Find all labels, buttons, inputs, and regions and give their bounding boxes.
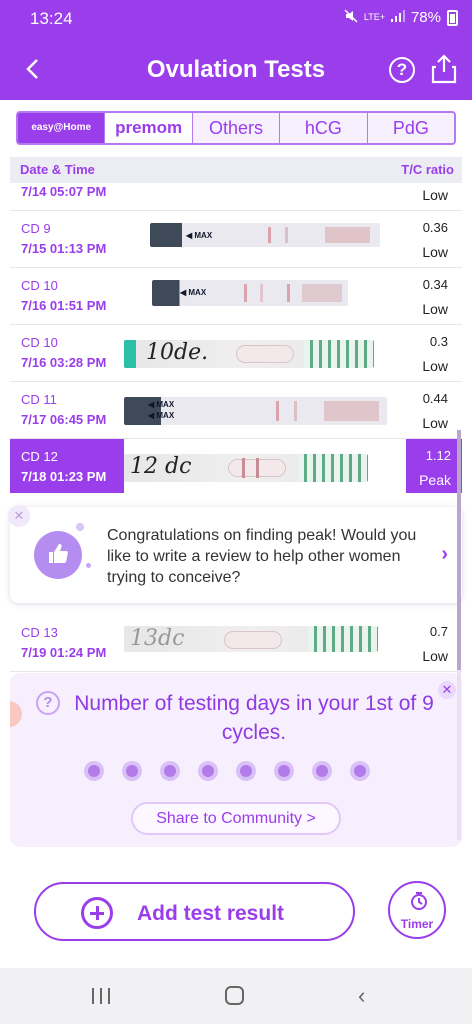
recent-apps-icon[interactable] [92,988,110,1004]
row-cycle-day: CD 9 [21,221,51,236]
row-level: Low [422,301,448,317]
share-to-community-button[interactable]: Share to Community > [131,802,341,835]
row-ratio: 0.7 [429,624,448,639]
close-icon[interactable]: ✕ [8,505,30,527]
ovulation-tests-screen: 13:24 LTE+ 78% Ovulation Tests ? easy@Ho… [0,0,472,1024]
add-test-result-button[interactable]: Add test result [34,882,355,941]
testing-day-dot [350,761,370,781]
help-button[interactable]: ? [389,57,415,83]
testing-day-dot [122,761,142,781]
row-level: Low [422,244,448,260]
tab-hcg[interactable]: hCG [279,113,366,143]
testing-days-card: ✕ ? Number of testing days in your 1st o… [10,673,462,847]
peak-highlight-left [10,439,124,493]
test-strip-image: 13dc [124,626,378,652]
row-cycle-day: CD 12 [21,449,58,464]
test-strip-image: 10de. [124,340,374,368]
testing-day-dot [274,761,294,781]
decoration-blob [10,701,22,727]
test-list: 7/14 05:07 PM Low CD 9 7/15 01:13 PM ◀ M… [10,183,462,493]
tab-pdg[interactable]: PdG [366,113,454,143]
tab-premom[interactable]: premom [104,113,192,143]
decoration-dot [86,563,91,568]
battery-percent: 78% [410,9,441,26]
row-datetime: 7/17 06:45 PM [21,412,107,427]
share-button[interactable] [430,54,458,84]
testing-day-dots [84,761,370,781]
tab-others[interactable]: Others [191,113,279,143]
table-row[interactable]: CD 13 7/19 01:24 PM 13dc 0.7 Low [10,615,462,672]
row-level: Low [422,358,448,374]
review-prompt-text: Congratulations on finding peak! Would y… [107,527,417,586]
chevron-right-icon[interactable]: › [441,543,448,566]
strip-handwriting: 12 dc [130,454,192,479]
row-cycle-day: CD 13 [21,625,58,640]
row-datetime: 7/16 01:51 PM [21,298,107,313]
review-prompt-card[interactable]: ✕ Congratulations on finding peak! Would… [8,505,462,603]
row-cycle-day: CD 11 [21,392,57,407]
testing-day-dot [236,761,256,781]
table-row[interactable]: CD 10 7/16 01:51 PM ◀ MAX 0.34 Low [10,268,462,325]
test-strip-image: ◀ MAX [152,280,348,306]
table-row[interactable]: CD 9 7/15 01:13 PM ◀ MAX 0.36 Low [10,211,462,268]
column-date-time: Date & Time [20,162,95,177]
test-strip-image: ◀ MAX ◀ MAX [124,397,387,425]
app-header: 13:24 LTE+ 78% Ovulation Tests ? [0,0,472,100]
clock-icon [411,892,427,910]
row-level: Peak [419,472,451,488]
row-datetime: 7/15 01:13 PM [21,241,107,256]
back-icon[interactable]: ‹ [358,983,365,1009]
add-test-result-label: Add test result [137,902,285,925]
row-level: Low [422,415,448,431]
table-header: Date & Time T/C ratio [10,157,462,183]
thumbs-up-icon [34,531,82,579]
row-ratio: 0.34 [422,277,448,292]
testing-day-dot [198,761,218,781]
row-ratio: 0.3 [429,334,448,349]
battery-icon [447,9,458,26]
row-ratio: 1.12 [425,448,451,463]
row-datetime: 7/16 03:28 PM [21,355,107,370]
row-level: Low [422,187,448,203]
row-datetime: 7/14 05:07 PM [21,184,107,199]
timer-label: Timer [400,917,434,931]
row-ratio: 0.36 [422,220,448,235]
row-ratio: 0.44 [422,391,448,406]
test-strip-image: ◀ MAX [150,223,380,247]
column-tc-ratio: T/C ratio [401,162,454,177]
row-cycle-day: CD 10 [21,335,58,350]
timer-button[interactable]: Timer [388,881,446,939]
row-level: Low [422,648,448,664]
status-icons: LTE+ 78% [344,9,458,26]
testing-day-dot [312,761,332,781]
network-type: LTE+ [363,12,385,22]
testing-day-dot [160,761,180,781]
home-icon[interactable] [225,986,244,1005]
table-row[interactable]: 7/14 05:07 PM Low [10,183,462,211]
plus-circle-icon [81,897,113,929]
signal-icon [390,9,405,26]
scrollbar[interactable] [457,430,461,840]
testing-day-dot [84,761,104,781]
row-cycle-day: CD 10 [21,278,58,293]
table-row-peak[interactable]: CD 12 7/18 01:23 PM 12 dc 1.12 Peak [10,439,462,493]
help-icon[interactable]: ? [36,691,60,715]
brand-tabs: easy@Home premom Others hCG PdG [16,111,456,145]
strip-handwriting: 13dc [130,626,185,651]
table-row[interactable]: CD 11 7/17 06:45 PM ◀ MAX ◀ MAX 0.44 Low [10,382,462,439]
test-strip-image: 12 dc [124,454,368,482]
row-datetime: 7/18 01:23 PM [21,469,107,484]
strip-handwriting: 10de. [146,340,209,365]
testing-days-title: Number of testing days in your 1st of 9 … [74,692,434,744]
tab-easy-at-home[interactable]: easy@Home [18,113,105,143]
row-datetime: 7/19 01:24 PM [21,645,107,660]
system-navigation-bar: ‹ [0,968,472,1024]
share-icon [431,54,457,84]
table-row[interactable]: CD 10 7/16 03:28 PM 10de. 0.3 Low [10,325,462,382]
status-time: 13:24 [30,9,73,28]
mute-icon [344,9,358,26]
decoration-dot [76,523,84,531]
